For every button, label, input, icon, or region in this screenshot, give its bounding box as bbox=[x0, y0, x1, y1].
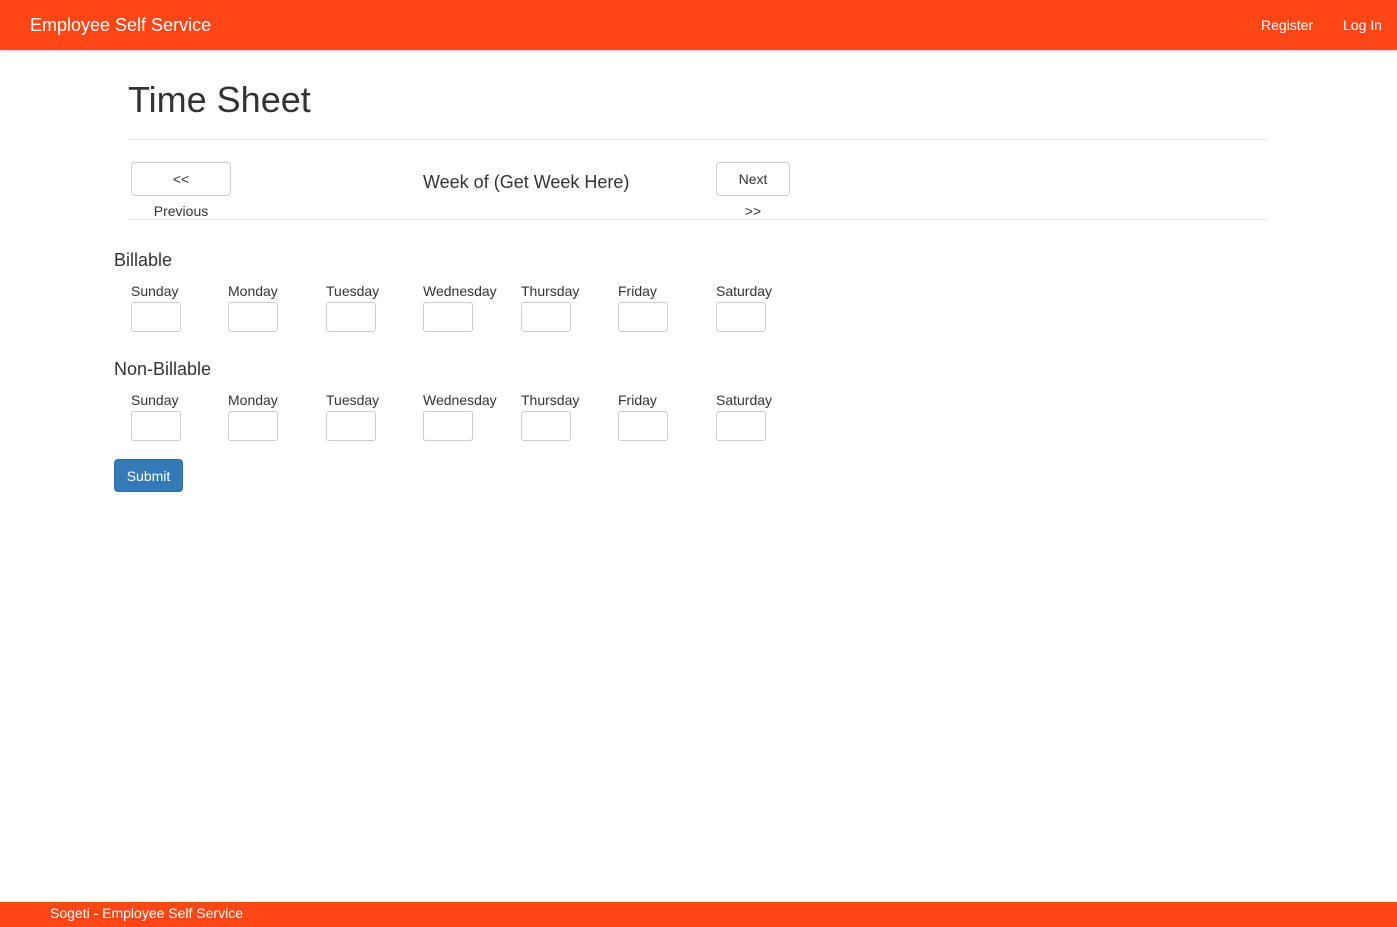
non-billable-tuesday-input[interactable] bbox=[326, 411, 376, 441]
billable-day-wednesday: Wednesday bbox=[423, 283, 518, 332]
billable-day-sunday: Sunday bbox=[131, 283, 226, 332]
day-label: Saturday bbox=[716, 283, 773, 299]
register-link[interactable]: Register bbox=[1261, 16, 1313, 34]
billable-day-friday: Friday bbox=[618, 283, 713, 332]
billable-day-saturday: Saturday bbox=[716, 283, 811, 332]
day-label: Monday bbox=[228, 392, 278, 408]
previous-week-button[interactable]: << Previous bbox=[131, 162, 231, 219]
billable-day-tuesday: Tuesday bbox=[326, 283, 421, 332]
non-billable-friday-input[interactable] bbox=[618, 411, 668, 441]
day-label: Friday bbox=[618, 392, 657, 408]
non-billable-day-monday: Monday bbox=[228, 392, 323, 441]
divider-top bbox=[129, 139, 1268, 140]
footer: Sogeti - Employee Self Service bbox=[0, 902, 1397, 927]
day-label: Tuesday bbox=[326, 392, 380, 408]
day-label: Wednesday bbox=[423, 392, 497, 408]
non-billable-thursday-input[interactable] bbox=[521, 411, 571, 441]
billable-saturday-input[interactable] bbox=[716, 302, 766, 332]
day-label: Friday bbox=[618, 283, 657, 299]
day-label: Thursday bbox=[521, 392, 580, 408]
non-billable-day-saturday: Saturday bbox=[716, 392, 811, 441]
non-billable-day-thursday: Thursday bbox=[521, 392, 616, 441]
non-billable-saturday-input[interactable] bbox=[716, 411, 766, 441]
day-label: Sunday bbox=[131, 392, 179, 408]
day-label: Monday bbox=[228, 283, 278, 299]
brand-link[interactable]: Employee Self Service bbox=[30, 14, 211, 36]
footer-text: Sogeti - Employee Self Service bbox=[50, 905, 243, 921]
day-label: Saturday bbox=[716, 392, 773, 408]
non-billable-day-tuesday: Tuesday bbox=[326, 392, 421, 441]
day-label: Wednesday bbox=[423, 283, 497, 299]
billable-tuesday-input[interactable] bbox=[326, 302, 376, 332]
page-title: Time Sheet bbox=[128, 79, 311, 120]
divider-bottom bbox=[129, 219, 1268, 220]
billable-monday-input[interactable] bbox=[228, 302, 278, 332]
non-billable-sunday-input[interactable] bbox=[131, 411, 181, 441]
week-label: Week of (Get Week Here) bbox=[423, 172, 630, 192]
non-billable-monday-input[interactable] bbox=[228, 411, 278, 441]
billable-friday-input[interactable] bbox=[618, 302, 668, 332]
submit-button[interactable]: Submit bbox=[114, 459, 183, 492]
day-label: Tuesday bbox=[326, 283, 380, 299]
billable-wednesday-input[interactable] bbox=[423, 302, 473, 332]
billable-day-thursday: Thursday bbox=[521, 283, 616, 332]
next-week-button[interactable]: Next >> bbox=[716, 162, 790, 219]
non-billable-wednesday-input[interactable] bbox=[423, 411, 473, 441]
billable-sunday-input[interactable] bbox=[131, 302, 181, 332]
non-billable-day-friday: Friday bbox=[618, 392, 713, 441]
top-navbar: Employee Self Service Register Log In bbox=[0, 0, 1397, 50]
billable-section-title: Billable bbox=[114, 250, 173, 270]
login-link[interactable]: Log In bbox=[1343, 16, 1382, 34]
day-label: Sunday bbox=[131, 283, 179, 299]
non-billable-section-title: Non-Billable bbox=[114, 359, 212, 379]
billable-thursday-input[interactable] bbox=[521, 302, 571, 332]
day-label: Thursday bbox=[521, 283, 580, 299]
non-billable-day-wednesday: Wednesday bbox=[423, 392, 518, 441]
non-billable-day-sunday: Sunday bbox=[131, 392, 226, 441]
billable-day-monday: Monday bbox=[228, 283, 323, 332]
